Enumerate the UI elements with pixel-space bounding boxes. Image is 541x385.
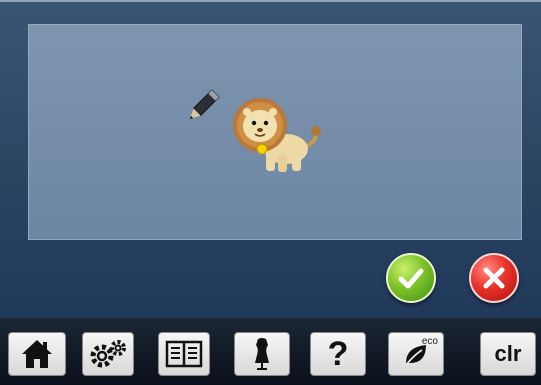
bottom-toolbar: ? eco clr	[0, 318, 541, 385]
checkmark-icon	[398, 268, 424, 289]
confirm-button[interactable]	[386, 253, 436, 303]
drawing-canvas[interactable]	[28, 24, 522, 240]
eco-button[interactable]: eco	[388, 332, 444, 376]
help-icon: ?	[327, 335, 349, 373]
creative-consultant-button[interactable]	[234, 332, 290, 376]
eco-label: eco	[421, 336, 438, 347]
lion-embroidery-design[interactable]	[232, 95, 326, 175]
clear-label: clr	[494, 341, 522, 366]
pencil-icon[interactable]	[181, 86, 223, 128]
help-button[interactable]: ?	[310, 332, 366, 376]
settings-gears-icon	[90, 340, 126, 368]
settings-button[interactable]	[82, 332, 134, 376]
tutorial-button[interactable]	[158, 332, 210, 376]
clear-button[interactable]: clr	[480, 332, 536, 376]
book-tutorial-icon	[165, 340, 203, 368]
cancel-button[interactable]	[469, 253, 519, 303]
cross-icon	[483, 267, 505, 289]
home-button[interactable]	[8, 332, 66, 376]
home-icon	[22, 340, 52, 368]
dress-form-icon	[255, 338, 269, 370]
edit-screen	[0, 0, 541, 318]
